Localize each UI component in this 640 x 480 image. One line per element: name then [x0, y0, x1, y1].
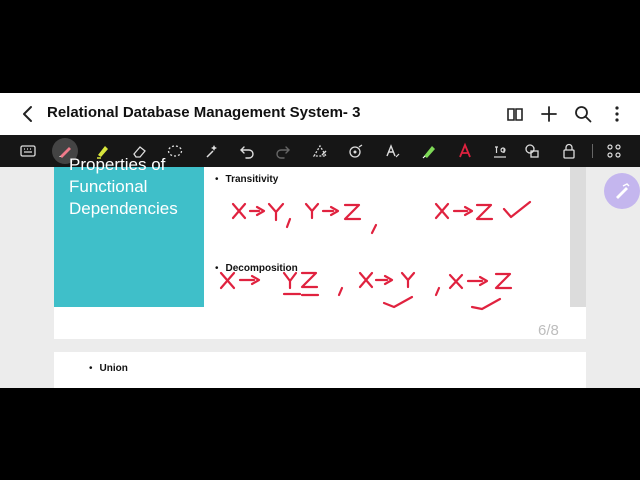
note-app: Relational Database Management System- 3 — [0, 93, 640, 388]
bullet-label: Transitivity — [225, 174, 279, 185]
magic-select-tool[interactable] — [199, 139, 223, 163]
next-slide-page: • Union — [54, 352, 586, 388]
add-page-button[interactable] — [537, 102, 561, 126]
plus-icon — [541, 106, 557, 122]
book-view-button[interactable] — [503, 102, 527, 126]
floating-pen-button[interactable] — [604, 173, 640, 209]
shapes-icon — [525, 144, 539, 158]
title-bar: Relational Database Management System- 3 — [0, 93, 640, 135]
book-icon — [507, 108, 523, 121]
lock-icon — [563, 143, 575, 159]
keyboard-tool[interactable] — [16, 139, 40, 163]
bullet-label: Decomposition — [225, 263, 298, 274]
back-button[interactable] — [16, 102, 40, 126]
chevron-left-icon — [23, 106, 32, 122]
slide-page: Properties of Functional Dependencies • T… — [54, 155, 586, 339]
pen-color-tool[interactable] — [417, 139, 441, 163]
document-title: Relational Database Management System- 3 — [47, 104, 361, 121]
shape-recognition-tool[interactable] — [308, 139, 332, 163]
bullet-label: Union — [99, 363, 128, 374]
magic-select-icon — [206, 145, 217, 158]
image-to-text-tool[interactable] — [488, 139, 512, 163]
slide-scrollbar[interactable] — [570, 167, 586, 307]
more-vertical-icon — [615, 106, 619, 122]
keyboard-icon — [20, 145, 36, 157]
bullet-transitivity: • Transitivity — [215, 174, 279, 185]
redo-icon — [276, 146, 290, 159]
undo-button[interactable] — [235, 139, 259, 163]
text-tool[interactable] — [380, 139, 404, 163]
bullet-union: • Union — [89, 363, 128, 374]
tape-tool[interactable] — [344, 139, 368, 163]
more-options-button[interactable] — [605, 102, 629, 126]
handwriting-to-text-icon — [459, 142, 471, 158]
tape-icon — [349, 144, 363, 158]
page-number: 6/8 — [538, 322, 559, 339]
undo-icon — [240, 146, 254, 159]
search-icon — [575, 106, 592, 123]
redo-button[interactable] — [271, 139, 295, 163]
grid-icon — [607, 144, 621, 158]
more-tools-button[interactable] — [602, 139, 626, 163]
text-icon — [386, 144, 400, 158]
bullet-decomposition: • Decomposition — [215, 263, 298, 274]
pen-color-icon — [422, 146, 435, 159]
pen-icon — [616, 183, 630, 199]
image-to-text-icon — [494, 146, 506, 158]
handwriting-to-text-tool[interactable] — [453, 139, 477, 163]
lock-tool[interactable] — [557, 139, 581, 163]
slide-title-panel: Properties of Functional Dependencies — [54, 155, 204, 307]
shapes-tool[interactable] — [520, 139, 544, 163]
search-button[interactable] — [571, 102, 595, 126]
shape-icon — [312, 144, 328, 157]
toolbar-divider — [592, 144, 593, 158]
slide-heading: Properties of Functional Dependencies — [69, 155, 178, 218]
note-canvas[interactable]: Properties of Functional Dependencies • T… — [0, 155, 640, 388]
